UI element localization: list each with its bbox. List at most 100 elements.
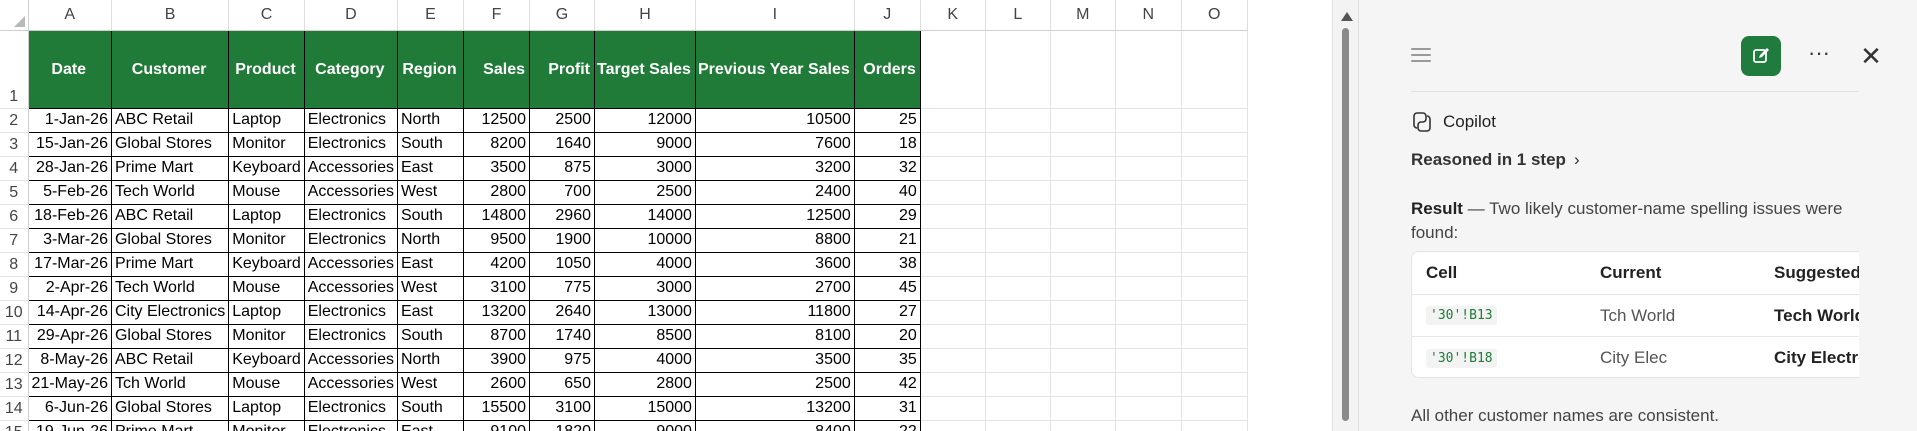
data-cell[interactable]: 12500 (694, 203, 855, 229)
data-cell[interactable]: 2700 (694, 275, 855, 301)
data-cell[interactable]: 2-Apr-26 (27, 275, 112, 301)
header-cell[interactable]: Date (27, 29, 112, 109)
empty-cell[interactable] (985, 156, 1051, 181)
data-cell[interactable]: 27 (853, 299, 921, 325)
empty-cell[interactable] (985, 228, 1051, 253)
empty-cell[interactable] (1181, 348, 1248, 373)
row-header[interactable]: 8 (0, 252, 29, 277)
data-cell[interactable]: East (396, 419, 464, 431)
data-cell[interactable]: 4000 (593, 347, 696, 373)
data-cell[interactable]: 7600 (694, 131, 855, 157)
empty-cell[interactable] (920, 204, 986, 229)
row-header[interactable]: 14 (0, 396, 29, 421)
data-cell[interactable]: 10500 (694, 107, 855, 133)
row-header[interactable]: 9 (0, 276, 29, 301)
data-cell[interactable]: 1740 (528, 323, 595, 349)
vertical-scrollbar[interactable] (1332, 0, 1358, 431)
data-cell[interactable]: Laptop (228, 107, 305, 133)
data-cell[interactable]: 21-May-26 (27, 371, 112, 397)
column-header-o[interactable]: O (1181, 0, 1248, 31)
data-cell[interactable]: Laptop (228, 299, 305, 325)
data-cell[interactable]: 38 (853, 251, 921, 277)
column-header-c[interactable]: C (228, 0, 305, 31)
data-cell[interactable]: 3100 (528, 395, 595, 421)
data-cell[interactable]: ABC Retail (110, 347, 230, 373)
data-cell[interactable]: 2640 (528, 299, 595, 325)
data-cell[interactable]: Mouse (228, 179, 305, 205)
data-cell[interactable]: East (396, 299, 464, 325)
empty-cell[interactable] (1050, 30, 1116, 109)
data-cell[interactable]: 2500 (694, 371, 855, 397)
data-cell[interactable]: Electronics (303, 419, 398, 431)
header-cell[interactable]: Profit (528, 29, 595, 109)
data-cell[interactable]: 2800 (462, 179, 530, 205)
empty-cell[interactable] (1115, 300, 1182, 325)
empty-cell[interactable] (1115, 108, 1182, 133)
column-header-i[interactable]: I (695, 0, 855, 31)
empty-cell[interactable] (985, 372, 1051, 397)
column-header-a[interactable]: A (28, 0, 112, 31)
empty-cell[interactable] (1115, 252, 1182, 277)
data-cell[interactable]: South (396, 203, 464, 229)
column-header-l[interactable]: L (985, 0, 1051, 31)
empty-cell[interactable] (1050, 132, 1116, 157)
scroll-up-icon[interactable] (1341, 12, 1353, 21)
data-cell[interactable]: Monitor (228, 227, 305, 253)
cell-reference-link[interactable]: '30'!B13 (1426, 306, 1497, 325)
spreadsheet-grid[interactable]: ABCDEFGHIJKLMNO 1 Date Customer Product Cate… (0, 0, 1332, 431)
data-cell[interactable]: City Electronics (110, 299, 230, 325)
row-header[interactable]: 10 (0, 300, 29, 325)
data-cell[interactable]: North (396, 227, 464, 253)
data-cell[interactable]: East (396, 155, 464, 181)
row-header[interactable]: 6 (0, 204, 29, 229)
data-cell[interactable]: 42 (853, 371, 921, 397)
data-cell[interactable]: 14000 (593, 203, 696, 229)
data-cell[interactable]: Global Stores (110, 227, 230, 253)
data-cell[interactable]: 15500 (462, 395, 530, 421)
data-cell[interactable]: 3600 (694, 251, 855, 277)
data-cell[interactable]: Accessories (303, 275, 398, 301)
data-cell[interactable]: 18 (853, 131, 921, 157)
data-cell[interactable]: Accessories (303, 155, 398, 181)
data-cell[interactable]: 40 (853, 179, 921, 205)
column-header-f[interactable]: F (463, 0, 530, 31)
empty-cell[interactable] (1181, 420, 1248, 431)
data-cell[interactable]: Electronics (303, 299, 398, 325)
header-cell[interactable]: Target Sales (593, 29, 696, 109)
data-cell[interactable]: South (396, 323, 464, 349)
empty-cell[interactable] (985, 252, 1051, 277)
empty-cell[interactable] (920, 30, 986, 109)
empty-cell[interactable] (985, 348, 1051, 373)
data-cell[interactable]: Keyboard (228, 347, 305, 373)
data-cell[interactable]: Monitor (228, 323, 305, 349)
new-chat-button[interactable] (1741, 36, 1781, 76)
empty-cell[interactable] (1115, 30, 1182, 109)
data-cell[interactable]: 32 (853, 155, 921, 181)
data-cell[interactable]: West (396, 179, 464, 205)
data-cell[interactable]: Electronics (303, 227, 398, 253)
data-cell[interactable]: 3500 (462, 155, 530, 181)
data-cell[interactable]: Mouse (228, 371, 305, 397)
cell-reference-link[interactable]: '30'!B18 (1426, 348, 1497, 368)
data-cell[interactable]: Accessories (303, 251, 398, 277)
data-cell[interactable]: 21 (853, 227, 921, 253)
empty-cell[interactable] (920, 348, 986, 373)
data-cell[interactable]: Global Stores (110, 131, 230, 157)
data-cell[interactable]: 2600 (462, 371, 530, 397)
header-cell[interactable]: Customer (110, 29, 230, 109)
data-cell[interactable]: 3900 (462, 347, 530, 373)
row-header[interactable]: 13 (0, 372, 29, 397)
data-cell[interactable]: South (396, 395, 464, 421)
row-header[interactable]: 1 (0, 30, 29, 109)
row-header[interactable]: 5 (0, 180, 29, 205)
data-cell[interactable]: 25 (853, 107, 921, 133)
empty-cell[interactable] (1115, 180, 1182, 205)
data-cell[interactable]: Electronics (303, 395, 398, 421)
data-cell[interactable]: 8100 (694, 323, 855, 349)
data-cell[interactable]: 8-May-26 (27, 347, 112, 373)
column-header-m[interactable]: M (1050, 0, 1116, 31)
empty-cell[interactable] (1115, 228, 1182, 253)
empty-cell[interactable] (985, 276, 1051, 301)
data-cell[interactable]: West (396, 371, 464, 397)
data-cell[interactable]: 9500 (462, 227, 530, 253)
